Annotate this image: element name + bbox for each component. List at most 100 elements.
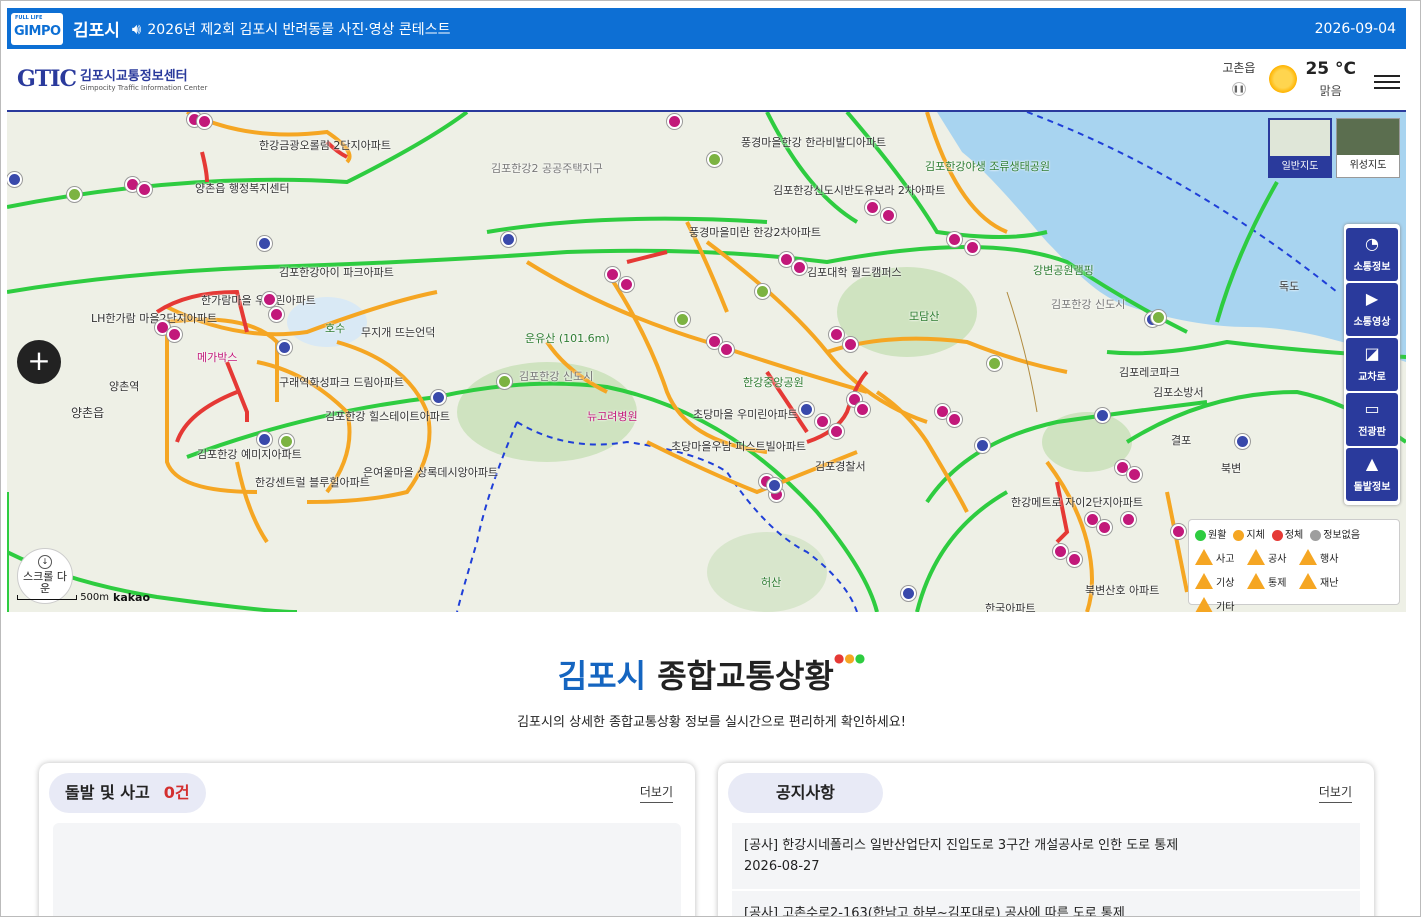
browser-page: FULL LIFE GIMPO 김포시 🔊︎ 2026년 제2회 김포시 반려동…: [0, 0, 1421, 917]
traffic-camera-marker[interactable]: [865, 200, 880, 215]
traffic-camera-marker[interactable]: [1171, 524, 1186, 539]
intersection-marker[interactable]: [497, 374, 512, 389]
traffic-camera-marker[interactable]: [197, 114, 212, 129]
menu-icon[interactable]: [1374, 73, 1400, 91]
video-camera-icon: ▶: [1365, 289, 1379, 308]
maptype-satellite-button[interactable]: 위성지도: [1336, 118, 1400, 178]
intersection-marker[interactable]: [987, 356, 1002, 371]
arrow-down-icon: ↓: [38, 555, 52, 569]
incident-info-label: 돌발정보: [1353, 482, 1391, 493]
intersection-button[interactable]: ◪ 교차로: [1346, 338, 1398, 391]
logo-text: GIMPO: [14, 23, 61, 39]
legend-control: 통제: [1247, 573, 1293, 589]
legend-weather: 기상: [1195, 573, 1241, 589]
banner-notice-link[interactable]: 2026년 제2회 김포시 반려동물 사진·영상 콘테스트: [147, 19, 450, 39]
section-subtitle: 김포시의 상세한 종합교통상황 정보를 실시간으로 편리하게 확인하세요!: [517, 715, 906, 730]
intersection-label: 교차로: [1358, 372, 1386, 383]
cctv-marker[interactable]: [799, 402, 814, 417]
intersection-marker[interactable]: [279, 434, 294, 449]
map-scale: 500m: [17, 592, 109, 603]
incidents-title: 돌발 및 사고: [65, 783, 150, 802]
sign-board-label: 전광판: [1358, 427, 1386, 438]
cctv-marker[interactable]: [431, 390, 446, 405]
traffic-camera-marker[interactable]: [947, 412, 962, 427]
intersection-marker[interactable]: [67, 187, 82, 202]
brand-name: 김포시교통정보센터: [79, 69, 188, 84]
cctv-marker[interactable]: [901, 586, 916, 601]
map-legend: 원활 지체 정체 정보없음 사고 공사 행사 기상 통제 재난 기타: [1188, 519, 1400, 612]
cctv-marker[interactable]: [257, 432, 272, 447]
intersection-marker[interactable]: [675, 312, 690, 327]
traffic-camera-marker[interactable]: [829, 327, 844, 342]
legend-construction: 공사: [1247, 549, 1293, 565]
traffic-camera-marker[interactable]: [167, 327, 182, 342]
notices-panel: 공지사항 더보기 [공사] 한강시네폴리스 일반산업단지 진입도로 3구간 개설…: [718, 763, 1374, 916]
incidents-more-link[interactable]: 더보기: [639, 783, 673, 803]
speaker-icon: 🔊︎: [131, 19, 142, 38]
legend-smooth: 원활: [1195, 526, 1226, 541]
gimpo-logo[interactable]: FULL LIFE GIMPO: [11, 12, 63, 45]
traffic-camera-marker[interactable]: [1127, 467, 1142, 482]
accident-icon: [1195, 549, 1213, 565]
traffic-map[interactable]: 한강금광오롤림 2단지아파트 김포한강2 공공주택지구 풍경마을한강 한라비발디…: [7, 112, 1406, 612]
site-header: GTIC 김포시교통정보센터 Gimpocity Traffic Informa…: [7, 49, 1406, 112]
maptype-normal-button[interactable]: 일반지도: [1268, 118, 1332, 178]
cctv-marker[interactable]: [501, 232, 516, 247]
traffic-camera-marker[interactable]: [947, 232, 962, 247]
traffic-camera-marker[interactable]: [1121, 512, 1136, 527]
cctv-marker[interactable]: [1095, 408, 1110, 423]
weather-area: 고촌읍: [1222, 61, 1256, 75]
intersection-marker[interactable]: [707, 152, 722, 167]
pause-icon[interactable]: ❚❚: [1231, 82, 1246, 96]
city-name: 김포시: [73, 21, 120, 41]
cctv-marker[interactable]: [257, 236, 272, 251]
traffic-camera-marker[interactable]: [855, 402, 870, 417]
cctv-icon: ◪: [1364, 344, 1380, 363]
legend-event: 행사: [1299, 549, 1345, 565]
traffic-camera-marker[interactable]: [1067, 552, 1082, 567]
traffic-camera-marker[interactable]: [843, 337, 858, 352]
cctv-marker[interactable]: [975, 438, 990, 453]
traffic-info-label: 소통정보: [1353, 262, 1391, 273]
notice-item[interactable]: [공사] 고촌수로2-163(한남고 하부~김포대로) 공사에 따른 도로 통제: [732, 891, 1360, 916]
intersection-marker[interactable]: [1151, 310, 1166, 325]
traffic-camera-marker[interactable]: [1053, 544, 1068, 559]
incidents-tab[interactable]: 돌발 및 사고 0건: [49, 773, 206, 813]
cctv-marker[interactable]: [1235, 434, 1250, 449]
traffic-camera-marker[interactable]: [619, 277, 634, 292]
incident-info-button[interactable]: ▲ 돌발정보: [1346, 448, 1398, 501]
traffic-camera-marker[interactable]: [262, 292, 277, 307]
traffic-camera-marker[interactable]: [1097, 520, 1112, 535]
normal-map-thumb: [1270, 120, 1330, 156]
traffic-camera-marker[interactable]: [815, 414, 830, 429]
traffic-video-button[interactable]: ▶ 소통영상: [1346, 283, 1398, 336]
notices-more-link[interactable]: 더보기: [1318, 783, 1352, 803]
traffic-info-button[interactable]: ◔ 소통정보: [1346, 228, 1398, 281]
traffic-camera-marker[interactable]: [719, 342, 734, 357]
notice-title: [공사] 한강시네폴리스 일반산업단지 진입도로 3구간 개설공사로 인한 도로…: [744, 838, 1179, 853]
temperature: 25 °C: [1305, 59, 1356, 79]
sign-board-button[interactable]: ▭ 전광판: [1346, 393, 1398, 446]
traffic-camera-marker[interactable]: [881, 208, 896, 223]
site-logo[interactable]: GTIC 김포시교통정보센터 Gimpocity Traffic Informa…: [17, 65, 207, 93]
legend-accident: 사고: [1195, 549, 1241, 565]
weather-condition: 맑음: [1319, 84, 1342, 98]
notices-tab[interactable]: 공지사항: [728, 773, 883, 813]
traffic-camera-marker[interactable]: [667, 114, 682, 129]
construction-icon: [1247, 549, 1265, 565]
traffic-camera-marker[interactable]: [965, 240, 980, 255]
traffic-camera-marker[interactable]: [605, 267, 620, 282]
intersection-marker[interactable]: [755, 284, 770, 299]
traffic-camera-marker[interactable]: [137, 182, 152, 197]
traffic-camera-marker[interactable]: [269, 307, 284, 322]
traffic-camera-marker[interactable]: [792, 260, 807, 275]
maptype-satellite-label: 위성지도: [1349, 160, 1387, 171]
cctv-marker[interactable]: [7, 172, 22, 187]
sign-board-icon: ▭: [1364, 399, 1380, 418]
traffic-camera-marker[interactable]: [829, 424, 844, 439]
notice-item[interactable]: [공사] 한강시네폴리스 일반산업단지 진입도로 3구간 개설공사로 인한 도로…: [732, 823, 1360, 889]
cctv-marker[interactable]: [767, 478, 782, 493]
zoom-in-button[interactable]: +: [17, 340, 61, 384]
cctv-marker[interactable]: [277, 340, 292, 355]
maptype-normal-label: 일반지도: [1270, 156, 1330, 178]
